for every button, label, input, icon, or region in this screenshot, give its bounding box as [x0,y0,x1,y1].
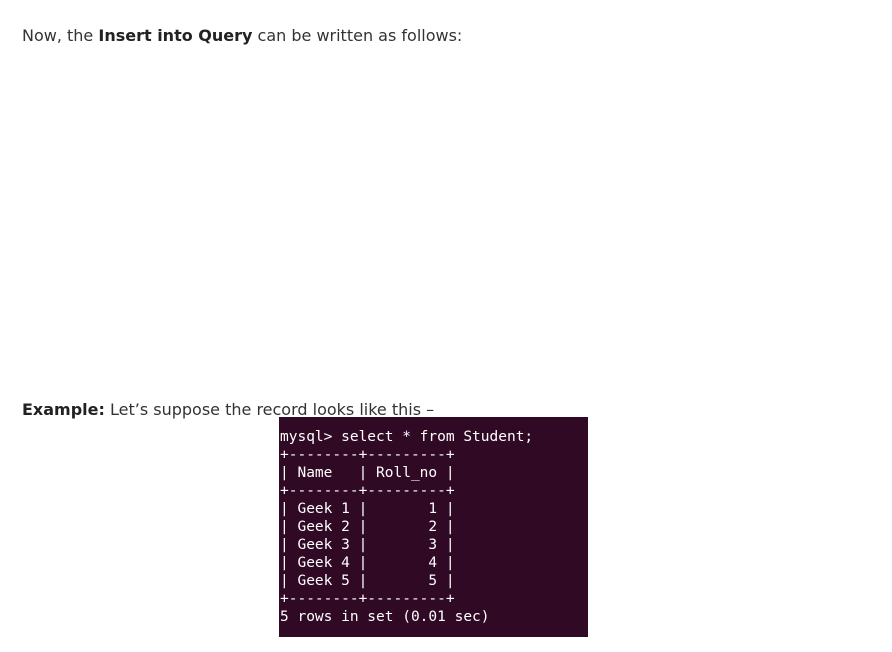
terminal-line-row: | Geek 2 | 2 | [280,519,455,535]
insert-into-query-term: Insert into Query [98,26,253,45]
terminal-output: mysql> select * from Student; +--------+… [280,428,588,626]
terminal-line-border-bottom: +--------+---------+ [280,591,455,607]
terminal-line-row: | Geek 1 | 1 | [280,501,455,517]
example-label: Example: [22,400,105,419]
terminal-line-header: | Name | Roll_no | [280,465,455,481]
intro-prefix: Now, the [22,26,99,45]
terminal-line-prompt: mysql> select * from Student; [280,429,534,445]
terminal-line-border-mid: +--------+---------+ [280,483,455,499]
terminal-line-row: | Geek 3 | 3 | [280,537,455,553]
terminal-screenshot: mysql> select * from Student; +--------+… [279,417,588,637]
intro-suffix: can be written as follows: [252,26,463,45]
terminal-line-summary: 5 rows in set (0.01 sec) [280,609,490,625]
terminal-line-row: | Geek 5 | 5 | [280,573,455,589]
terminal-line-border-top: +--------+---------+ [280,447,455,463]
terminal-line-row: | Geek 4 | 4 | [280,555,455,571]
intro-paragraph: Now, the Insert into Query can be writte… [22,25,462,47]
